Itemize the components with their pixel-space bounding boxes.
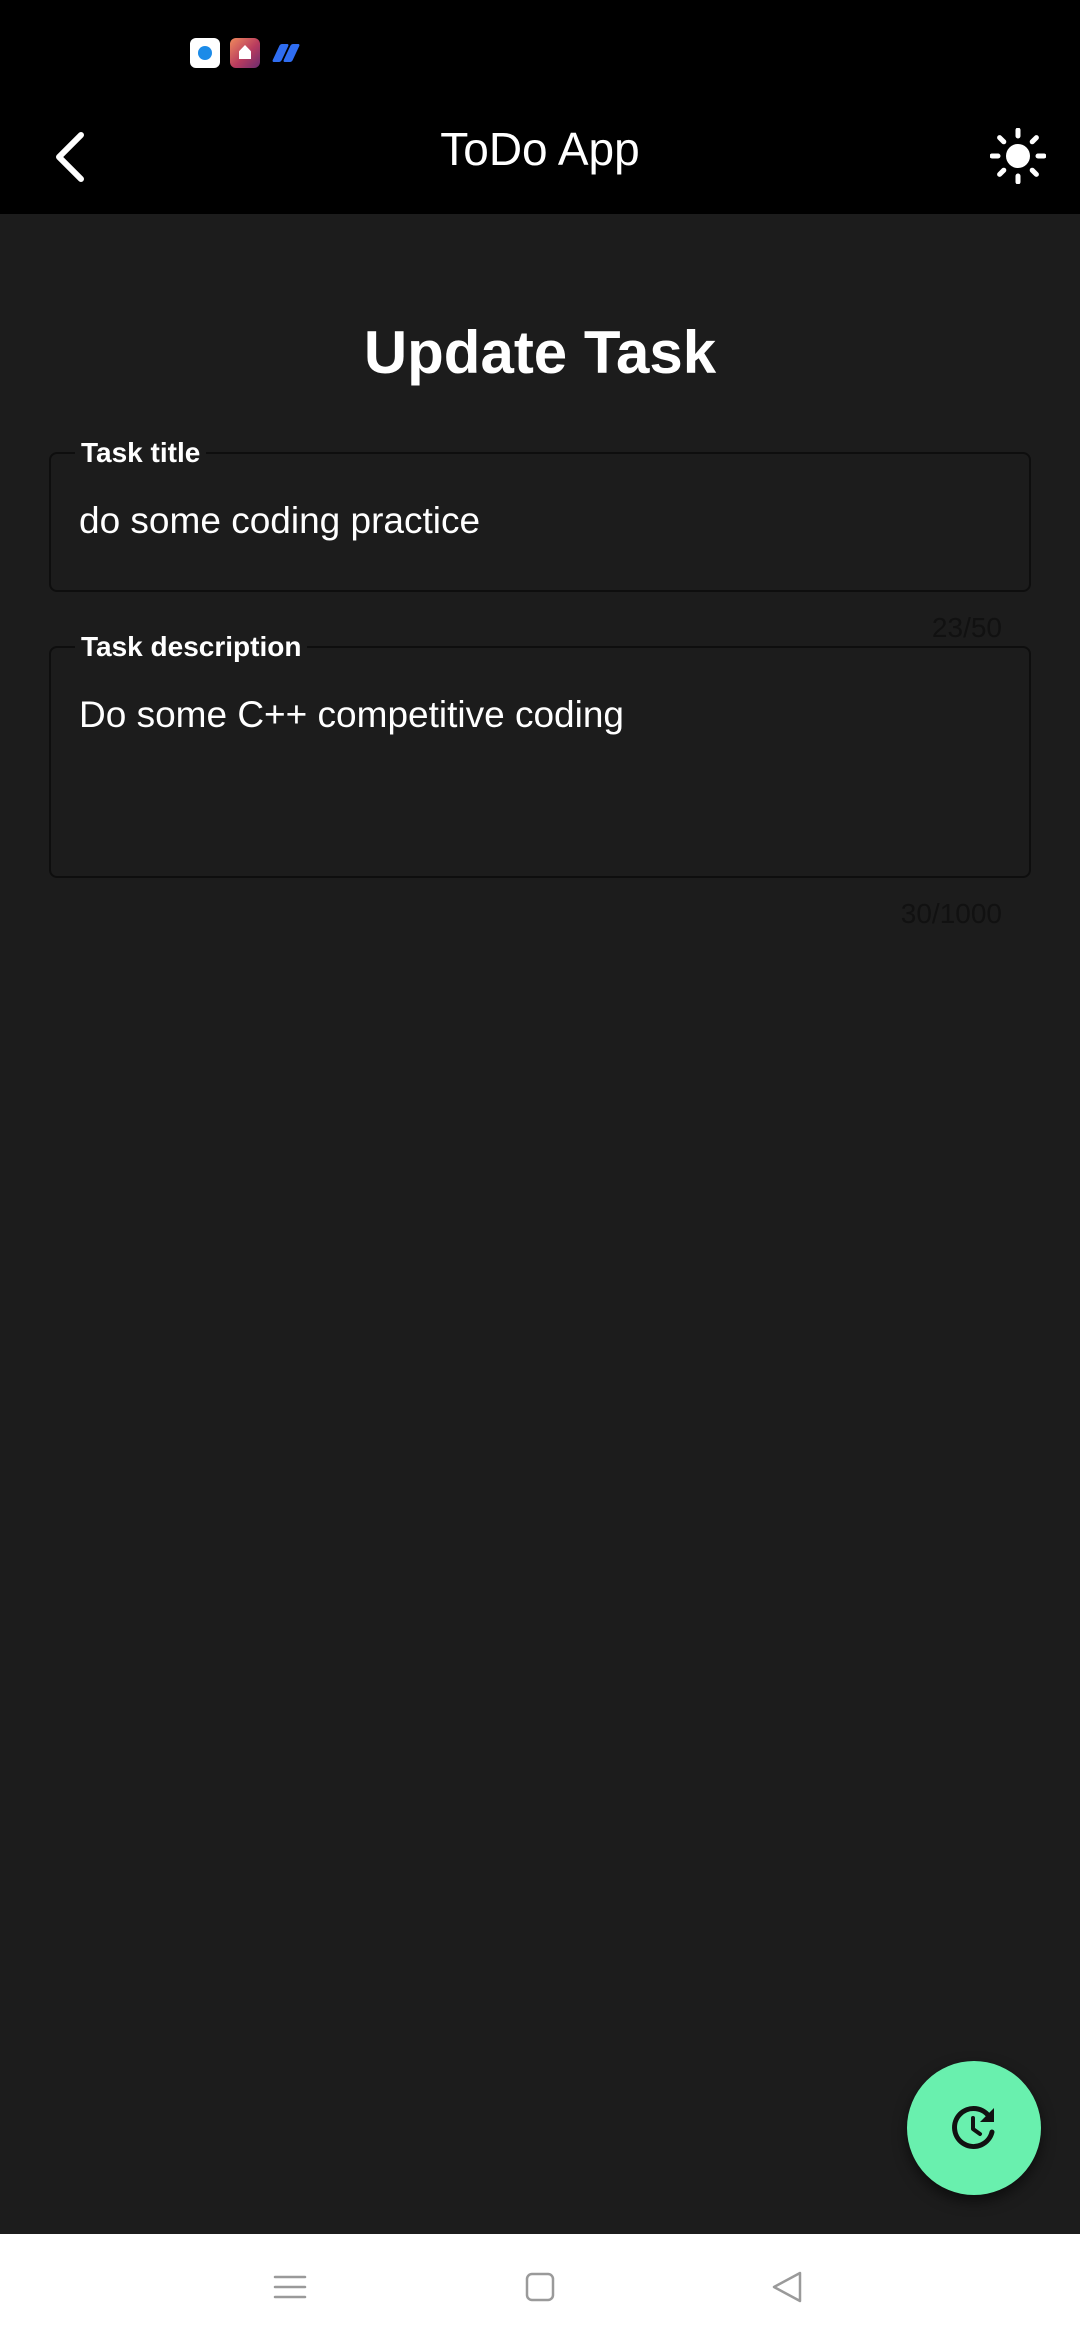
home-icon	[525, 2272, 555, 2302]
system-nav-bar	[0, 2234, 1080, 2340]
back-icon	[772, 2271, 802, 2303]
app-title: ToDo App	[440, 123, 640, 175]
nav-menu-button[interactable]	[265, 2262, 315, 2312]
update-icon	[952, 2106, 995, 2149]
app-notification-icon	[190, 38, 220, 68]
task-title-label: Task title	[75, 436, 207, 470]
screen: ToDo App Update Task Task title do some …	[0, 0, 1080, 2340]
task-description-counter: 30/1000	[900, 898, 1002, 929]
menu-icon	[273, 2275, 307, 2299]
page-heading: Update Task	[363, 319, 717, 386]
task-title-input[interactable]: do some coding practice	[79, 498, 1001, 544]
theme-toggle-button[interactable]	[980, 118, 1056, 194]
task-description-input[interactable]: Do some C++ competitive coding	[79, 692, 1001, 738]
app-bar: ToDo App	[0, 100, 1080, 214]
nav-back-button[interactable]	[762, 2262, 812, 2312]
app-notification-icon	[271, 38, 302, 68]
task-description-field[interactable]: Task description Do some C++ competitive…	[49, 630, 1031, 878]
task-description-label: Task description	[75, 630, 308, 664]
task-title-field[interactable]: Task title do some coding practice	[49, 436, 1031, 592]
status-bar	[0, 0, 1080, 100]
update-task-button[interactable]	[907, 2061, 1041, 2195]
app-notification-icon	[230, 38, 260, 68]
task-title-counter: 23/50	[931, 612, 1002, 643]
sun-icon	[990, 128, 1046, 184]
nav-home-button[interactable]	[515, 2262, 565, 2312]
